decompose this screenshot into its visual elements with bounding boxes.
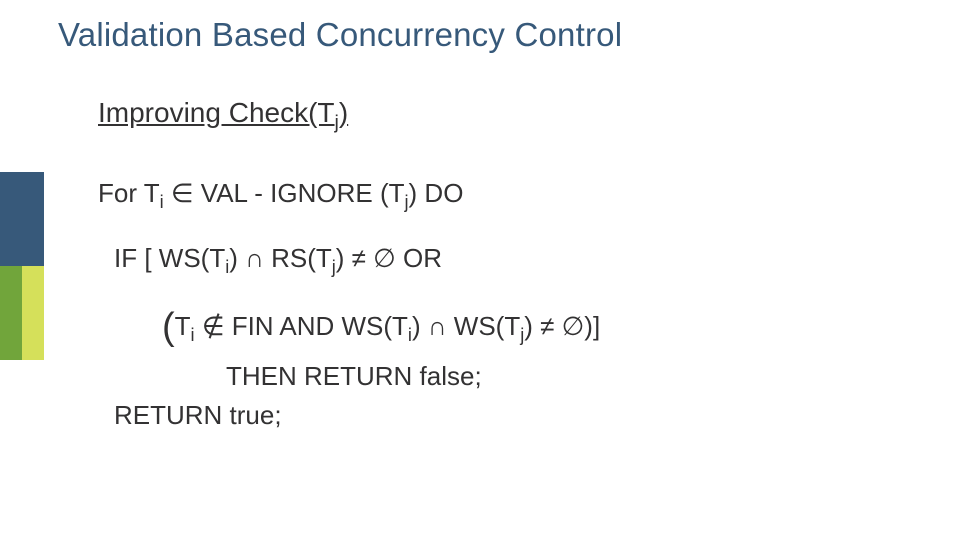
slide-title: Validation Based Concurrency Control [58, 16, 622, 54]
algo-line-for: For Ti ∈ VAL - IGNORE (Tj) DO [98, 176, 898, 215]
algo-line-if: IF [ WS(Ti) ∩ RS(Tj) ≠ ∅ OR [114, 241, 898, 280]
algo-line-cond2: (Ti ∉ FIN AND WS(Ti) ∩ WS(Tj) ≠ ∅)] [162, 302, 898, 353]
slide-body: Improving Check(Tj) For Ti ∈ VAL - IGNOR… [98, 94, 898, 433]
algo-line-then: THEN RETURN false; [226, 359, 898, 394]
slide-accent-decoration [0, 172, 44, 360]
algo-line-return: RETURN true; [114, 398, 898, 433]
section-heading: Improving Check(Tj) [98, 94, 898, 136]
